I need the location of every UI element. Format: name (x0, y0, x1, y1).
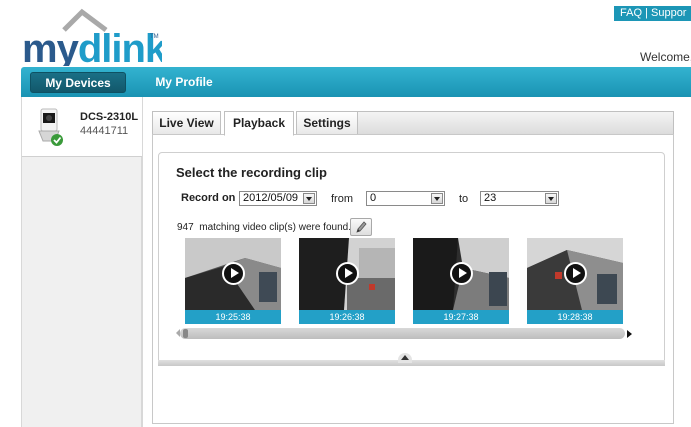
clip-time: 19:27:38 (413, 310, 509, 324)
match-summary: 947 matching video clip(s) were found. (177, 222, 351, 233)
camera-icon (38, 108, 63, 146)
to-hour-select[interactable]: 23 (480, 191, 559, 206)
link-separator: | (645, 7, 648, 19)
nav-tab-my-profile[interactable]: My Profile (147, 72, 221, 93)
chevron-down-icon (545, 193, 557, 204)
from-hour-select[interactable]: 0 (366, 191, 445, 206)
clip-time: 19:28:38 (527, 310, 623, 324)
device-id: 44441711 (80, 125, 129, 137)
faq-link[interactable]: FAQ (620, 7, 642, 19)
clip-time: 19:26:38 (299, 310, 395, 324)
video-clip[interactable]: 19:28:38 (527, 238, 623, 324)
device-card[interactable]: DCS-2310L 44441711 (22, 97, 142, 157)
support-link[interactable]: Suppor (651, 7, 686, 19)
play-icon[interactable] (336, 262, 359, 285)
clip-scrollbar[interactable] (180, 328, 625, 339)
record-on-label: Record on (181, 192, 236, 204)
tab-strip-filler (358, 111, 674, 135)
mydlink-logo[interactable]: mydlink TM (22, 4, 162, 66)
play-icon[interactable] (564, 262, 587, 285)
main-nav-bar: My Devices My Profile (21, 67, 691, 97)
to-label: to (459, 193, 469, 205)
video-clip[interactable]: 19:26:38 (299, 238, 395, 324)
svg-text:TM: TM (150, 34, 159, 40)
playback-title: Select the recording clip (176, 165, 327, 180)
date-select[interactable]: 2012/05/09 (239, 191, 317, 206)
tab-live-view[interactable]: Live View (152, 111, 221, 135)
tab-playback[interactable]: Playback (224, 111, 294, 136)
match-count: 947 (177, 222, 194, 233)
from-label: from (331, 193, 353, 205)
video-clip[interactable]: 19:27:38 (413, 238, 509, 324)
tab-settings[interactable]: Settings (296, 111, 358, 135)
date-select-value: 2012/05/09 (243, 192, 299, 204)
welcome-text: Welcome, (640, 50, 691, 64)
nav-tab-my-devices[interactable]: My Devices (30, 72, 126, 93)
to-hour-value: 23 (484, 192, 497, 204)
play-icon[interactable] (450, 262, 473, 285)
top-links: FAQ | Suppor (614, 6, 691, 21)
clip-time: 19:25:38 (185, 310, 281, 324)
online-check-icon (51, 134, 63, 146)
page: FAQ | Suppor mydlink TM Welcome, My Devi… (0, 0, 691, 427)
play-icon[interactable] (222, 262, 245, 285)
scrollbar-thumb[interactable] (183, 329, 188, 338)
logo-wordmark: mydlink (22, 27, 162, 66)
match-text: matching video clip(s) were found. (199, 222, 351, 233)
from-hour-value: 0 (370, 192, 377, 204)
device-list: DCS-2310L 44441711 (21, 97, 142, 427)
scroll-left-icon[interactable] (176, 329, 180, 337)
edit-button[interactable] (350, 218, 372, 236)
device-name: DCS-2310L (80, 111, 139, 123)
chevron-down-icon (431, 193, 443, 204)
pencil-icon (356, 221, 367, 233)
scroll-right-icon[interactable] (627, 330, 632, 338)
collapse-panel-icon[interactable] (398, 353, 412, 363)
video-clip[interactable]: 19:25:38 (185, 238, 281, 324)
chevron-down-icon (303, 193, 315, 204)
